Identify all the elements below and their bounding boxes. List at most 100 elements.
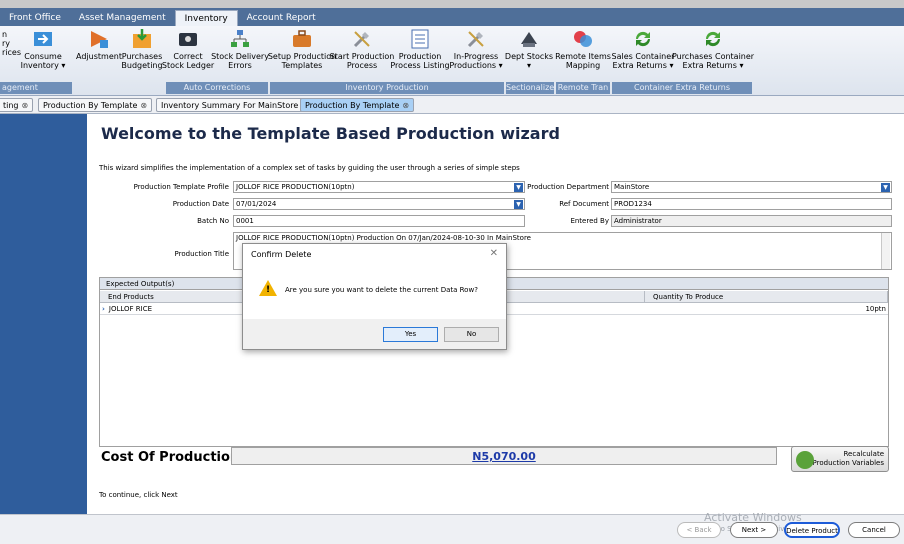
purchases-budgeting-label: Purchases Budgeting <box>121 52 163 70</box>
chevron-down-icon[interactable]: ▼ <box>881 183 890 192</box>
ledger-icon <box>179 33 197 46</box>
chevron-down-icon[interactable]: ▼ <box>514 183 523 192</box>
stock-delivery-errors-button[interactable]: Stock Delivery Errors <box>211 28 269 70</box>
column-header-quantity[interactable]: Quantity To Produce <box>645 291 888 303</box>
menu-tab-account-report[interactable]: Account Report <box>238 10 325 26</box>
scrollbar[interactable] <box>881 233 890 269</box>
batch-value: 0001 <box>236 217 254 225</box>
doc-tab-label: Inventory Summary For MainStore <box>161 101 299 110</box>
briefcase-icon <box>293 30 311 47</box>
mapping-icon <box>574 31 592 47</box>
profile-value: JOLLOF RICE PRODUCTION(10ptn) <box>236 183 355 191</box>
row-pointer-icon: › <box>102 305 105 313</box>
cost-value[interactable]: N5,070.00 <box>231 447 777 465</box>
wizard-footer: Activate Windows Go to Settings to activ… <box>0 511 904 544</box>
network-icon <box>231 30 249 47</box>
adjust-icon <box>91 31 108 48</box>
dept-label: Production Department <box>527 183 609 191</box>
adjustment-label: Adjustment <box>76 52 122 61</box>
production-title-value: JOLLOF RICE PRODUCTION(10ptn) Production… <box>236 234 531 242</box>
correct-stock-ledger-button[interactable]: Correct Stock Ledger <box>162 28 214 70</box>
no-button[interactable]: No <box>444 327 499 342</box>
remote-items-mapping-label: Remote Items Mapping <box>555 52 611 70</box>
refresh-icon <box>635 31 651 47</box>
entered-label: Entered By <box>570 217 609 225</box>
profile-select[interactable]: JOLLOF RICE PRODUCTION(10ptn) ▼ <box>233 181 525 193</box>
ref-value: PROD1234 <box>614 200 652 208</box>
menu-tab-asset-management[interactable]: Asset Management <box>70 10 175 26</box>
dept-value: MainStore <box>614 183 650 191</box>
group-label-remote-tran: Remote Tran <box>556 82 610 94</box>
setup-production-templates-button[interactable]: Setup Production Templates <box>267 28 337 70</box>
inbox-icon <box>133 29 151 48</box>
close-icon[interactable]: ⊗ <box>22 99 29 112</box>
delete-product-button[interactable]: Delete Product <box>784 522 840 538</box>
batch-field[interactable]: 0001 <box>233 215 525 227</box>
batch-label: Batch No <box>197 217 229 225</box>
cost-label: Cost Of Production <box>101 450 240 465</box>
entered-value: Administrator <box>614 217 662 225</box>
wizard-sidebar <box>0 114 87 514</box>
menu-bar: Front Office Asset Management Inventory … <box>0 8 904 26</box>
continue-hint: To continue, click Next <box>99 491 178 499</box>
wizard-description: This wizard simplifies the implementatio… <box>99 164 520 172</box>
doc-tab-label: ting <box>3 101 19 110</box>
listing-icon <box>411 29 429 49</box>
arrow-right-icon <box>34 32 52 46</box>
production-title-label: Production Title <box>174 250 229 258</box>
production-process-listing-button[interactable]: Production Process Listing <box>390 28 450 70</box>
tools-icon <box>353 31 370 48</box>
dept-stocks-label: Dept Stocks ▾ <box>504 52 554 70</box>
adjustment-button[interactable]: Adjustment <box>76 28 122 61</box>
ref-field[interactable]: PROD1234 <box>611 198 892 210</box>
group-label-sectionalize: Sectionalize <box>506 82 555 94</box>
refresh-icon <box>705 31 721 47</box>
refresh-icon <box>796 451 814 469</box>
close-icon[interactable]: ⊗ <box>140 99 147 112</box>
purchases-container-extra-returns-button[interactable]: Purchases Container Extra Returns ▾ <box>672 28 754 70</box>
start-production-process-button[interactable]: Start Production Process <box>330 28 394 70</box>
dialog-message: Are you sure you want to delete the curr… <box>285 286 478 294</box>
consume-inventory-button[interactable]: Consume Inventory ▾ <box>18 28 68 70</box>
sales-container-extra-returns-button[interactable]: Sales Container Extra Returns ▾ <box>612 28 674 70</box>
date-field[interactable]: 07/01/2024 ▼ <box>233 198 525 210</box>
profile-label: Production Template Profile <box>133 183 229 191</box>
ref-label: Ref Document <box>559 200 609 208</box>
dept-select[interactable]: MainStore ▼ <box>611 181 892 193</box>
entered-field: Administrator <box>611 215 892 227</box>
doc-tab-label: Production By Template <box>43 101 138 110</box>
warning-mark-icon: ! <box>266 285 271 295</box>
page-title: Welcome to the Template Based Production… <box>101 124 560 143</box>
group-label-auto-corrections: Auto Corrections <box>166 82 268 94</box>
in-progress-productions-button[interactable]: In-Progress Productions ▾ <box>449 28 503 70</box>
remote-items-mapping-button[interactable]: Remote Items Mapping <box>555 28 611 70</box>
doc-tab-inventory-summary[interactable]: Inventory Summary For MainStore⊗ <box>156 98 313 112</box>
next-button[interactable]: Next > <box>730 522 778 538</box>
doc-tab-truncated[interactable]: ting ⊗ <box>0 98 34 112</box>
group-label-agement: agement <box>0 82 72 94</box>
ribbon-cut-item[interactable]: n ry rices <box>2 30 21 57</box>
yes-button[interactable]: Yes <box>383 327 438 342</box>
window-top-strip <box>0 0 904 8</box>
close-icon[interactable]: ✕ <box>490 248 498 259</box>
dialog-title: Confirm Delete <box>251 250 312 259</box>
doc-tab-production-by-template[interactable]: Production By Template ⊗ <box>38 98 153 112</box>
dept-stocks-button[interactable]: Dept Stocks ▾ <box>504 28 554 70</box>
doc-tab-production-by-template-active[interactable]: Production By Template ⊗ <box>300 98 415 112</box>
doc-tab-label: Production By Template <box>305 101 400 110</box>
purchases-container-extra-returns-label: Purchases Container Extra Returns ▾ <box>671 52 755 70</box>
chevron-down-icon[interactable]: ▼ <box>514 200 523 209</box>
consume-inventory-label: Consume Inventory ▾ <box>20 52 66 70</box>
menu-tab-inventory[interactable]: Inventory <box>174 10 238 26</box>
date-label: Production Date <box>172 200 229 208</box>
date-value: 07/01/2024 <box>236 200 277 208</box>
recalculate-button[interactable]: Recalculate Production Variables <box>791 446 889 472</box>
menu-tab-front-office[interactable]: Front Office <box>0 10 70 26</box>
setup-production-templates-label: Setup Production Templates <box>267 52 337 70</box>
purchases-budgeting-button[interactable]: Purchases Budgeting <box>120 28 164 70</box>
tools-icon <box>467 31 484 48</box>
row-quantity-cell[interactable]: 10ptn <box>645 303 888 315</box>
back-button[interactable]: < Back <box>677 522 721 538</box>
close-icon[interactable]: ⊗ <box>402 99 409 112</box>
cancel-button[interactable]: Cancel <box>848 522 900 538</box>
